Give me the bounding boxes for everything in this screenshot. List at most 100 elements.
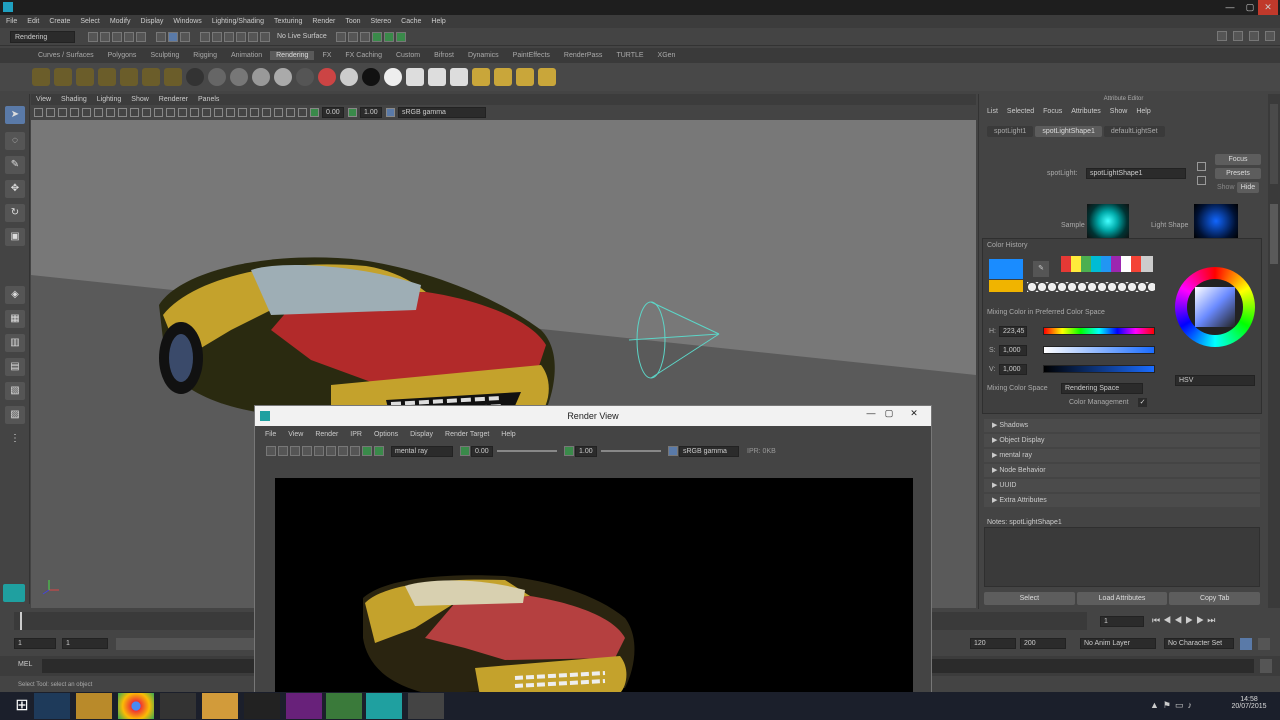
snap-surface-icon[interactable] bbox=[248, 31, 258, 42]
image-plane-icon[interactable] bbox=[58, 108, 67, 117]
menu-file[interactable]: File bbox=[6, 18, 17, 25]
point-light-icon[interactable] bbox=[76, 68, 94, 86]
scale-tool-icon[interactable]: ▣ bbox=[5, 228, 25, 246]
ae-tab-spotlight[interactable]: spotLight1 bbox=[987, 126, 1034, 137]
menu-toon[interactable]: Toon bbox=[345, 18, 360, 25]
frame-node-behavior[interactable]: ▶ Node Behavior bbox=[984, 464, 1260, 477]
ie-icon[interactable] bbox=[34, 693, 70, 719]
ramp-shader-icon[interactable] bbox=[296, 68, 314, 86]
rv-menu-options[interactable]: Options bbox=[374, 431, 398, 438]
end-frame-field[interactable]: 200 bbox=[1020, 638, 1066, 649]
menu-windows[interactable]: Windows bbox=[173, 18, 201, 25]
ae-menu-show[interactable]: Show bbox=[1110, 108, 1128, 115]
playback-controls[interactable]: ⏮◀◀▶▶⏭ bbox=[1152, 615, 1218, 626]
car-model[interactable] bbox=[159, 257, 555, 423]
load-attributes-button[interactable]: Load Attributes bbox=[1076, 592, 1168, 605]
shelf-tab-polygons[interactable]: Polygons bbox=[102, 51, 143, 60]
use-lights-icon[interactable] bbox=[202, 108, 211, 117]
snap-grid-icon[interactable] bbox=[200, 31, 210, 42]
shelf-tab-curves[interactable]: Curves / Surfaces bbox=[32, 51, 100, 60]
rotate-tool-icon[interactable]: ↻ bbox=[5, 204, 25, 222]
save-scene-icon[interactable] bbox=[112, 31, 122, 42]
rv-minimize-button[interactable]: — bbox=[861, 408, 881, 418]
wireframe-icon[interactable] bbox=[154, 108, 163, 117]
render-view-icon[interactable] bbox=[383, 31, 394, 42]
rv-menu-display[interactable]: Display bbox=[410, 431, 433, 438]
shelf-tab-rendering[interactable]: Rendering bbox=[270, 51, 315, 60]
close-button[interactable]: ✕ bbox=[1258, 0, 1278, 15]
light-linking-icon[interactable] bbox=[516, 68, 534, 86]
isolate-select-icon[interactable] bbox=[274, 108, 283, 117]
h-field[interactable]: 223,45 bbox=[999, 326, 1027, 337]
ae-menu-focus[interactable]: Focus bbox=[1043, 108, 1062, 115]
four-view-icon[interactable]: ▦ bbox=[5, 310, 25, 328]
redo-render-icon[interactable] bbox=[266, 446, 276, 456]
frame-mental-ray[interactable]: ▶ mental ray bbox=[984, 449, 1260, 462]
exposure-field[interactable]: 0.00 bbox=[322, 107, 344, 118]
rv-gamma-icon[interactable] bbox=[564, 446, 574, 456]
rgb-channels-icon[interactable] bbox=[326, 446, 336, 456]
safe-title-icon[interactable] bbox=[142, 108, 151, 117]
vp-menu-view[interactable]: View bbox=[36, 96, 51, 103]
alpha-channel-icon[interactable] bbox=[338, 446, 348, 456]
select-button[interactable]: Select bbox=[984, 592, 1075, 605]
rv-gamma-field[interactable]: 1.00 bbox=[575, 445, 597, 457]
ae-menu-attributes[interactable]: Attributes bbox=[1071, 108, 1101, 115]
select-object-icon[interactable] bbox=[168, 31, 178, 42]
range-end-field[interactable]: 120 bbox=[970, 638, 1016, 649]
hypershade2-icon[interactable] bbox=[395, 31, 406, 42]
camera-icon[interactable] bbox=[164, 68, 182, 86]
menu-texturing[interactable]: Texturing bbox=[274, 18, 302, 25]
hide-button[interactable]: Hide bbox=[1237, 182, 1259, 193]
range-start-field[interactable]: 1 bbox=[62, 638, 108, 649]
persp-hypershade-icon[interactable]: ▧ bbox=[5, 382, 25, 400]
frame-shadows[interactable]: ▶ Shadows bbox=[984, 419, 1260, 432]
frame-object-display[interactable]: ▶ Object Display bbox=[984, 434, 1260, 447]
gamma-field[interactable]: 1.00 bbox=[360, 107, 382, 118]
film-gate-icon[interactable] bbox=[82, 108, 91, 117]
current-time-marker[interactable] bbox=[20, 612, 22, 630]
menu-stereo[interactable]: Stereo bbox=[371, 18, 392, 25]
copy-tab-button[interactable]: Copy Tab bbox=[1169, 592, 1261, 605]
lambert-icon[interactable] bbox=[208, 68, 226, 86]
surface-shader-icon[interactable] bbox=[318, 68, 336, 86]
undo-icon[interactable] bbox=[124, 31, 134, 42]
redo-icon[interactable] bbox=[136, 31, 146, 42]
color-management-icon[interactable] bbox=[386, 108, 395, 117]
menu-render[interactable]: Render bbox=[312, 18, 335, 25]
menu-cache[interactable]: Cache bbox=[401, 18, 421, 25]
resolution-gate-icon[interactable] bbox=[94, 108, 103, 117]
rv-exposure-icon[interactable] bbox=[460, 446, 470, 456]
remove-image-icon[interactable] bbox=[374, 446, 384, 456]
snapshot-icon[interactable] bbox=[314, 446, 324, 456]
volume-light-icon[interactable] bbox=[142, 68, 160, 86]
shelf-tab-xgen[interactable]: XGen bbox=[652, 51, 682, 60]
wireframe-on-shaded-icon[interactable] bbox=[178, 108, 187, 117]
menu-select[interactable]: Select bbox=[80, 18, 99, 25]
app-icon-5[interactable] bbox=[408, 693, 444, 719]
character-set-dropdown[interactable]: No Character Set bbox=[1164, 638, 1234, 649]
rv-exposure-field[interactable]: 0.00 bbox=[471, 445, 493, 457]
vp-menu-shading[interactable]: Shading bbox=[61, 96, 87, 103]
vp-menu-lighting[interactable]: Lighting bbox=[97, 96, 122, 103]
render-pass-icon[interactable] bbox=[494, 68, 512, 86]
v-field[interactable]: 1,000 bbox=[999, 364, 1027, 375]
sv-square[interactable] bbox=[1195, 287, 1235, 327]
layout-icon[interactable]: ▨ bbox=[5, 406, 25, 424]
field-chart-icon[interactable] bbox=[118, 108, 127, 117]
rv-menu-render[interactable]: Render bbox=[315, 431, 338, 438]
file-explorer-icon[interactable] bbox=[76, 693, 112, 719]
rv-menu-view[interactable]: View bbox=[288, 431, 303, 438]
new-scene-icon[interactable] bbox=[88, 31, 98, 42]
color-mode-dropdown[interactable]: HSV bbox=[1175, 375, 1255, 386]
select-hierarchy-icon[interactable] bbox=[156, 31, 166, 42]
minimize-button[interactable]: — bbox=[1220, 0, 1240, 15]
ae-tab-defaultlightset[interactable]: defaultLightSet bbox=[1103, 126, 1165, 137]
focus-button[interactable]: Focus bbox=[1215, 154, 1261, 165]
ae-menu-help[interactable]: Help bbox=[1136, 108, 1150, 115]
show-button[interactable]: Show bbox=[1217, 184, 1235, 191]
menu-create[interactable]: Create bbox=[49, 18, 70, 25]
command-input[interactable] bbox=[42, 659, 254, 673]
view-transform-dropdown[interactable]: sRGB gamma bbox=[398, 107, 486, 118]
shelf-tab-bifrost[interactable]: Bifrost bbox=[428, 51, 460, 60]
